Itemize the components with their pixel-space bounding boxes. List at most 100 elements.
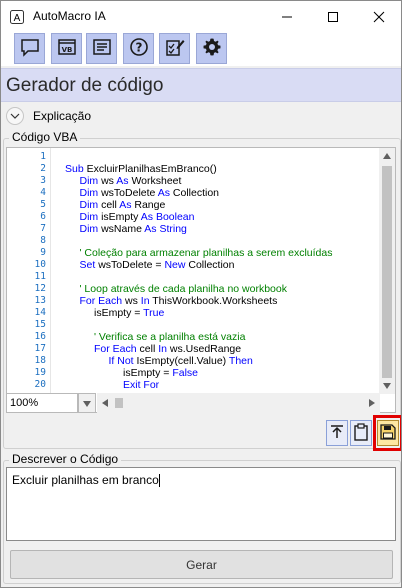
code-token: Range <box>134 199 166 211</box>
line-number: 11 <box>34 271 46 282</box>
documents-button[interactable] <box>86 33 117 64</box>
window-title: AutoMacro IA <box>33 9 106 23</box>
settings-button[interactable] <box>196 33 227 64</box>
code-keyword: Sub <box>65 163 87 175</box>
explanation-label: Explicação <box>33 109 92 123</box>
line-number: 7 <box>40 223 46 234</box>
code-keyword: As Boolean <box>140 211 195 223</box>
code-keyword: In <box>140 295 153 307</box>
code-keyword: As <box>119 199 135 211</box>
save-button-highlight <box>373 415 401 451</box>
scroll-left-icon[interactable] <box>97 395 113 411</box>
horizontal-scroll-thumb[interactable] <box>115 398 123 408</box>
line-number: 3 <box>40 175 46 186</box>
insert-code-button[interactable] <box>326 420 348 446</box>
code-token: Worksheet <box>131 175 182 187</box>
code-token: cell <box>101 199 120 211</box>
line-number: 12 <box>34 283 46 294</box>
chevron-down-icon <box>10 109 20 123</box>
code-comment: ' Coleção para armazenar planilhas a ser… <box>79 247 333 259</box>
code-keyword: Dim <box>79 211 102 223</box>
code-line: ' Verifica se a planilha está vazia <box>94 331 245 343</box>
vertical-scrollbar[interactable] <box>379 148 395 394</box>
code-token: cell <box>139 343 159 355</box>
chat-icon <box>20 37 40 60</box>
code-token: Collection <box>172 187 219 199</box>
help-button[interactable]: ? <box>123 33 154 64</box>
code-line: isEmpty = True <box>94 307 164 319</box>
vertical-scroll-thumb[interactable] <box>382 166 392 378</box>
code-comment: ' Loop através de cada planilha no workb… <box>79 283 287 295</box>
line-number: 4 <box>40 187 46 198</box>
code-editor[interactable]: 1 2 3 4 5 6 7 8 9 10 11 12 13 14 15 16 1… <box>6 147 396 413</box>
line-number: 9 <box>40 247 46 258</box>
explanation-expand-button[interactable] <box>6 107 24 125</box>
line-number: 14 <box>34 307 46 318</box>
description-text: Excluir planilhas em branco <box>12 473 159 487</box>
line-number: 13 <box>34 295 46 306</box>
close-button[interactable] <box>356 1 401 32</box>
code-token: wsToDelete <box>101 187 158 199</box>
toolbar: VB ? <box>1 32 401 66</box>
code-line: For Each cell In ws.UsedRange <box>94 343 241 355</box>
code-line: ' Coleção para armazenar planilhas a ser… <box>80 247 333 259</box>
code-keyword: True <box>143 307 165 319</box>
help-icon: ? <box>129 37 149 60</box>
code-line: Dim cell As Range <box>80 199 166 211</box>
app-window: A AutoMacro IA VB ? Gerador de código Ex… <box>0 0 402 588</box>
zoom-select[interactable]: 100% <box>6 393 78 413</box>
title-bar: A AutoMacro IA <box>1 1 401 32</box>
code-group-label: Código VBA <box>9 130 81 144</box>
review-button[interactable] <box>159 33 190 64</box>
code-line: Exit For <box>123 379 159 391</box>
code-line: Set wsToDelete = New Collection <box>80 259 235 271</box>
code-keyword: Set <box>79 259 99 271</box>
code-keyword: As String <box>144 223 187 235</box>
code-keyword: As <box>116 175 132 187</box>
svg-text:A: A <box>14 13 21 24</box>
code-line: isEmpty = False <box>123 367 198 379</box>
code-line: Dim wsName As String <box>80 223 187 235</box>
scroll-down-icon[interactable] <box>379 378 395 394</box>
vb-icon: VB <box>57 37 77 60</box>
chat-button[interactable] <box>14 33 45 64</box>
zoom-dropdown-button[interactable] <box>78 393 96 413</box>
code-keyword: Dim <box>79 199 102 211</box>
checklist-edit-icon <box>165 37 185 60</box>
description-input[interactable]: Excluir planilhas em branco <box>6 467 396 541</box>
insert-top-icon <box>330 424 344 443</box>
page-title: Gerador de código <box>6 75 164 96</box>
code-comment: ' Verifica se a planilha está vazia <box>94 331 246 343</box>
code-keyword: Dim <box>79 223 102 235</box>
gear-icon <box>202 37 222 60</box>
text-caret <box>158 474 160 488</box>
page-header: Gerador de código <box>1 68 401 102</box>
line-number: 1 <box>40 151 46 162</box>
code-line: Sub ExcluirPlanilhasEmBranco() <box>65 163 217 175</box>
line-number: 19 <box>34 367 46 378</box>
code-keyword: Dim <box>79 187 102 199</box>
code-keyword: False <box>172 367 198 379</box>
document-list-icon <box>92 37 112 60</box>
code-token: isEmpty = <box>94 307 144 319</box>
generate-button[interactable]: Gerar <box>10 550 393 579</box>
generate-button-label: Gerar <box>186 557 217 572</box>
line-number: 15 <box>34 319 46 330</box>
code-keyword: As <box>157 187 173 199</box>
code-token: isEmpty = <box>123 367 173 379</box>
minimize-button[interactable] <box>264 1 310 32</box>
code-token: ws <box>101 175 117 187</box>
line-number: 16 <box>34 331 46 342</box>
line-number: 2 <box>40 163 46 174</box>
vb-editor-button[interactable]: VB <box>51 33 82 64</box>
copy-clipboard-button[interactable] <box>350 420 372 446</box>
code-line: For Each ws In ThisWorkbook.Worksheets <box>80 295 278 307</box>
scroll-up-icon[interactable] <box>379 148 395 164</box>
line-number: 17 <box>34 343 46 354</box>
describe-group-label: Descrever o Código <box>9 452 122 466</box>
scroll-right-icon[interactable] <box>364 395 380 411</box>
app-logo-icon: A <box>10 10 24 24</box>
horizontal-scrollbar[interactable] <box>97 393 380 413</box>
line-number: 10 <box>34 259 46 270</box>
maximize-button[interactable] <box>310 1 356 32</box>
